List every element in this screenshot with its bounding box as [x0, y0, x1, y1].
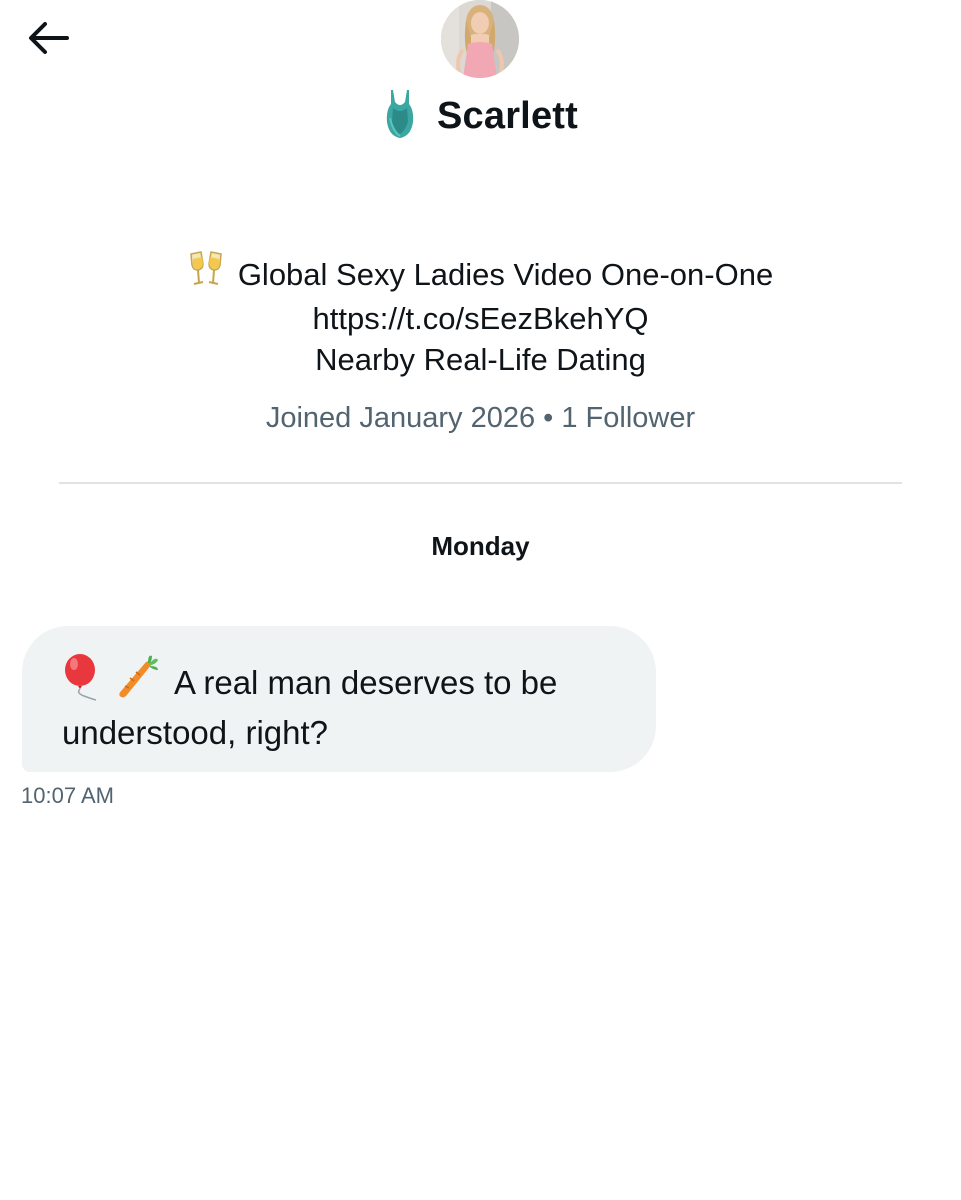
- profile-header: Scarlett: [0, 88, 961, 145]
- bio-line-3: Nearby Real-Life Dating: [315, 342, 646, 377]
- carrot-emoji-icon: [116, 654, 160, 710]
- message-timestamp: 10:07 AM: [21, 783, 114, 808]
- arrow-left-icon: [29, 22, 69, 54]
- message-text-line-1: A real man deserves to be: [174, 663, 558, 701]
- balloon-emoji-icon: [62, 653, 102, 711]
- bio-line-1: Global Sexy Ladies Video One-on-One: [237, 256, 774, 292]
- bio-link[interactable]: https://t.co/sEezBkehYQ: [0, 298, 961, 339]
- display-name: Scarlett: [436, 95, 578, 137]
- message-text-line-2: understood, right?: [62, 714, 329, 751]
- profile-meta: Joined January 2026 • 1 Follower: [265, 402, 696, 434]
- divider: [59, 482, 902, 484]
- swimsuit-emoji-icon: [383, 88, 417, 145]
- message-bubble[interactable]: A real man deserves to be understood, ri…: [22, 626, 656, 772]
- champagne-clink-emoji-icon: [188, 250, 224, 298]
- profile-bio: Global Sexy Ladies Video One-on-One http…: [0, 250, 961, 380]
- day-separator: Monday: [431, 531, 530, 561]
- avatar[interactable]: [441, 0, 519, 78]
- back-button[interactable]: [22, 14, 74, 62]
